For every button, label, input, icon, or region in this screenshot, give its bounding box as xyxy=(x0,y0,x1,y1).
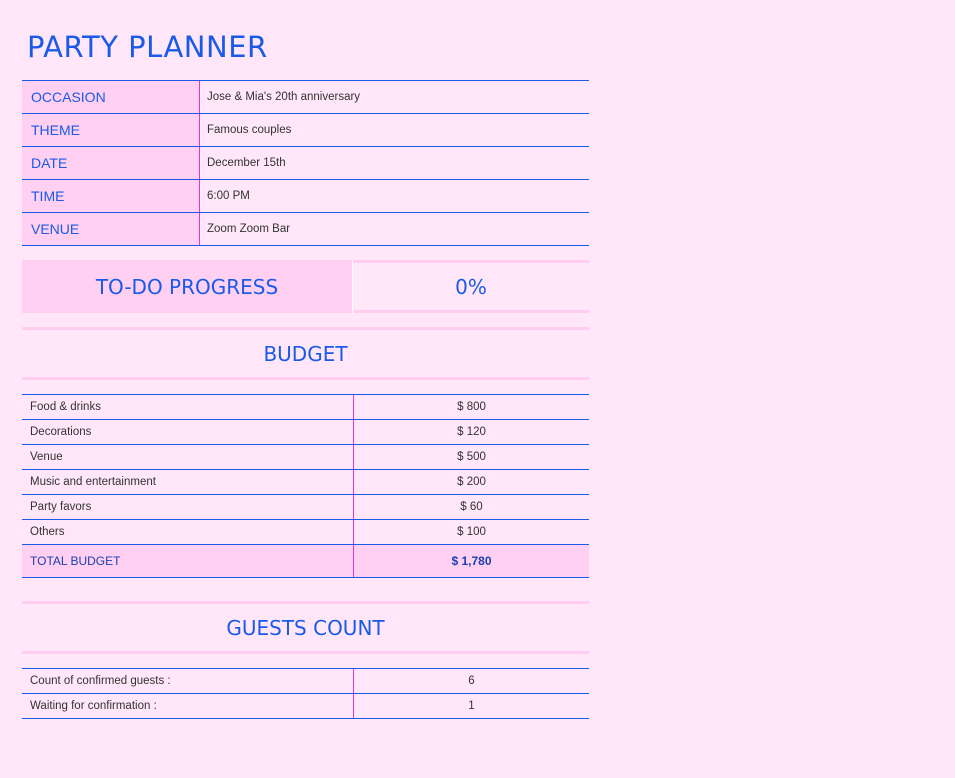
budget-item-label[interactable]: Food & drinks xyxy=(22,395,354,419)
details-value-theme[interactable]: Famous couples xyxy=(200,114,589,146)
todo-progress: TO-DO PROGRESS 0% xyxy=(22,260,589,313)
event-details-table: OCCASION Jose & Mia's 20th anniversary T… xyxy=(22,80,589,246)
budget-heading: BUDGET xyxy=(22,327,589,380)
budget-item-label[interactable]: Party favors xyxy=(22,495,354,519)
budget-item-label[interactable]: Venue xyxy=(22,445,354,469)
budget-total-amount: $ 1,780 xyxy=(451,554,492,568)
details-label: DATE xyxy=(22,147,200,179)
budget-item-amount[interactable]: $ 800 xyxy=(354,395,589,419)
details-row-occasion: OCCASION Jose & Mia's 20th anniversary xyxy=(22,81,589,114)
budget-item-amount[interactable]: $ 500 xyxy=(354,445,589,469)
budget-table: Food & drinks $ 800 Decorations $ 120 Ve… xyxy=(22,394,589,578)
details-label: OCCASION xyxy=(22,81,200,113)
budget-item-amount[interactable]: $ 200 xyxy=(354,470,589,494)
details-label: VENUE xyxy=(22,213,200,245)
guests-table: Count of confirmed guests : 6 Waiting fo… xyxy=(22,668,589,719)
budget-row: Music and entertainment $ 200 xyxy=(22,470,589,495)
todo-progress-label: TO-DO PROGRESS xyxy=(22,260,353,313)
budget-row: Decorations $ 120 xyxy=(22,420,589,445)
details-row-time: TIME 6:00 PM xyxy=(22,180,589,213)
details-value-venue[interactable]: Zoom Zoom Bar xyxy=(200,213,589,245)
budget-row: Party favors $ 60 xyxy=(22,495,589,520)
details-label: TIME xyxy=(22,180,200,212)
budget-item-amount[interactable]: $ 100 xyxy=(354,520,589,544)
details-row-venue: VENUE Zoom Zoom Bar xyxy=(22,213,589,246)
guests-confirmed-label: Count of confirmed guests : xyxy=(22,669,354,693)
budget-row: Food & drinks $ 800 xyxy=(22,395,589,420)
details-row-date: DATE December 15th xyxy=(22,147,589,180)
budget-total-row: TOTAL BUDGET $ 1,780 xyxy=(22,545,589,578)
guests-confirmed-value[interactable]: 6 xyxy=(354,669,589,693)
budget-item-amount[interactable]: $ 60 xyxy=(354,495,589,519)
details-value-time[interactable]: 6:00 PM xyxy=(200,180,589,212)
budget-item-label[interactable]: Music and entertainment xyxy=(22,470,354,494)
budget-item-label[interactable]: Decorations xyxy=(22,420,354,444)
budget-item-label[interactable]: Others xyxy=(22,520,354,544)
details-row-theme: THEME Famous couples xyxy=(22,114,589,147)
details-label: THEME xyxy=(22,114,200,146)
guests-row: Count of confirmed guests : 6 xyxy=(22,669,589,694)
guests-heading: GUESTS COUNT xyxy=(22,601,589,654)
details-value-occasion[interactable]: Jose & Mia's 20th anniversary xyxy=(200,81,589,113)
budget-row: Venue $ 500 xyxy=(22,445,589,470)
todo-progress-value[interactable]: 0% xyxy=(353,260,589,313)
page-title: PARTY PLANNER xyxy=(27,30,268,64)
budget-row: Others $ 100 xyxy=(22,520,589,545)
guests-waiting-value[interactable]: 1 xyxy=(354,694,589,718)
budget-total-label: TOTAL BUDGET xyxy=(22,545,354,577)
details-value-date[interactable]: December 15th xyxy=(200,147,589,179)
guests-row: Waiting for confirmation : 1 xyxy=(22,694,589,719)
budget-item-amount[interactable]: $ 120 xyxy=(354,420,589,444)
guests-waiting-label: Waiting for confirmation : xyxy=(22,694,354,718)
